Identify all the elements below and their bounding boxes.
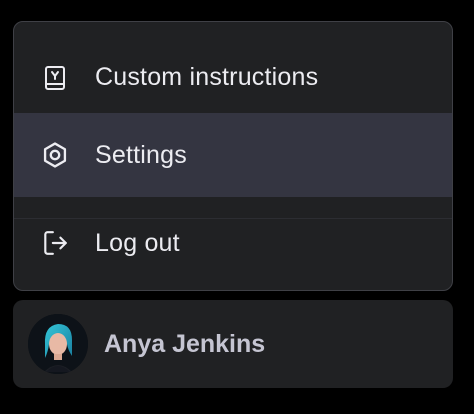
user-name: Anya Jenkins xyxy=(104,329,266,358)
logout-icon xyxy=(41,229,69,257)
menu-item-label: Custom instructions xyxy=(95,63,319,91)
menu-item-settings[interactable]: Settings xyxy=(14,113,452,197)
gear-icon xyxy=(41,141,69,169)
book-icon xyxy=(41,64,69,92)
menu-item-label: Log out xyxy=(95,228,180,257)
menu-item-custom-instructions[interactable]: Custom instructions xyxy=(14,30,452,125)
menu-item-log-out[interactable]: Log out xyxy=(14,198,452,288)
user-avatar xyxy=(28,314,88,374)
user-profile-button[interactable]: Anya Jenkins xyxy=(13,300,453,388)
account-menu: Custom instructions Settings Log out xyxy=(13,21,453,291)
menu-item-label: Settings xyxy=(95,140,187,169)
